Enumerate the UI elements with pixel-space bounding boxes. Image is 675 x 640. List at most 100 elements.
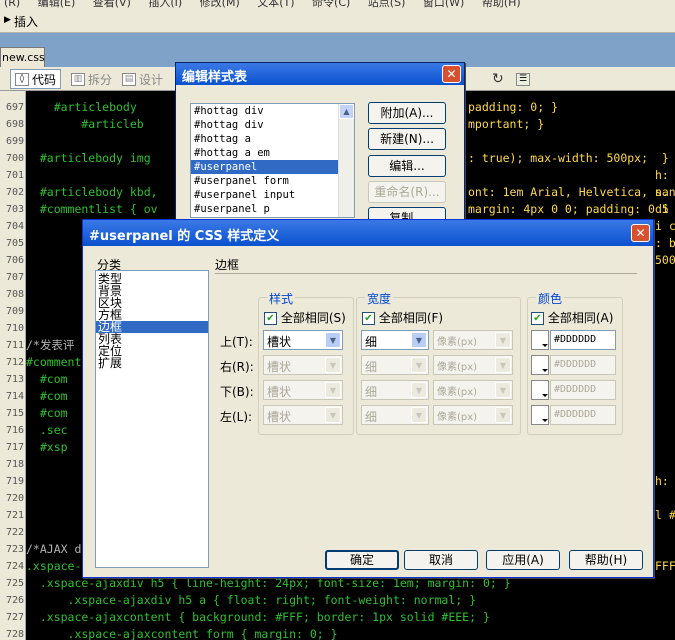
rule-list-item[interactable]: #hottag a	[191, 132, 354, 146]
code-line: .sec	[26, 423, 68, 437]
split-view-icon: ▥	[71, 72, 85, 86]
line-number: 707	[5, 272, 24, 283]
menu-bar: (R) 编辑(E) 查看(V) 插入(I) 修改(M) 文本(T) 命令(C) …	[0, 0, 675, 10]
line-number: 718	[5, 459, 24, 470]
file-tab[interactable]: new.css	[0, 47, 45, 67]
code-line-tail: margin: 4px 0 0; padding: 0 5	[468, 202, 669, 216]
rule-list-item[interactable]: #hottag div	[191, 104, 354, 118]
code-fragment: h:	[655, 168, 669, 182]
style-same-all-label: 全部相同(S)	[280, 311, 346, 325]
css-dialog-title: #userpanel 的 CSS 样式定义	[83, 220, 653, 246]
split-view-label: 拆分	[88, 72, 113, 87]
dropdown-arrow-icon: ▼	[411, 357, 427, 373]
border-style-select[interactable]: 槽状 ▼	[263, 405, 343, 425]
menu-bar-text[interactable]: (R) 编辑(E) 查看(V) 插入(I) 修改(M) 文本(T) 命令(C) …	[4, 0, 521, 10]
border-style-select[interactable]: 槽状 ▼	[263, 380, 343, 400]
stylesheet-rule-list[interactable]: #hottag div #hottag div #hottag a #hottag a…	[190, 103, 355, 218]
border-width-select[interactable]: 细 ▼	[361, 380, 429, 400]
color-picker-swatch[interactable]	[531, 405, 549, 425]
code-line: #com	[26, 372, 68, 386]
close-icon[interactable]: ✕	[442, 65, 461, 83]
attach-button[interactable]: 附加(A)...	[368, 102, 446, 124]
width-same-all-label: 全部相同(F)	[378, 311, 444, 325]
border-width-select[interactable]: 细 ▼	[361, 355, 429, 375]
border-color-input[interactable]: #DDDDDD	[550, 405, 616, 425]
dropdown-arrow-icon: ▼	[495, 407, 511, 423]
color-same-all-checkbox[interactable]: ✔ 全部相同(A)	[531, 309, 613, 326]
line-number: 709	[5, 306, 24, 317]
border-style-select[interactable]: 槽状 ▼	[263, 330, 343, 350]
code-line-tail: : true); max-width: 500px; }	[468, 151, 669, 165]
code-line-tail: padding: 0; }	[468, 100, 559, 114]
new-button[interactable]: 新建(N)...	[368, 128, 446, 150]
border-style-select[interactable]: 槽状 ▼	[263, 355, 343, 375]
line-number: 702	[5, 187, 24, 198]
border-unit-select[interactable]: 像素(px) ▼	[433, 330, 513, 350]
border-width-select[interactable]: 细 ▼	[361, 405, 429, 425]
line-number: 723	[5, 544, 24, 555]
rule-list-item[interactable]: #userpanel	[191, 160, 354, 174]
style-same-all-checkbox[interactable]: ✔ 全部相同(S)	[264, 309, 346, 326]
code-line-tail: ont: 1em Arial, Helvetica, sans	[468, 185, 675, 199]
edit-button[interactable]: 编辑...	[368, 155, 446, 177]
code-view-icon: ◊	[15, 72, 29, 86]
dropdown-arrow-icon: ▼	[495, 357, 511, 373]
width-same-all-checkbox[interactable]: ✔ 全部相同(F)	[362, 309, 443, 326]
checkmark-icon: ✔	[264, 312, 277, 325]
line-number: 719	[5, 476, 24, 487]
rule-list-item[interactable]: #userpanel form	[191, 174, 354, 188]
code-line: #comment	[26, 355, 82, 369]
border-unit-select[interactable]: 像素(px) ▼	[433, 380, 513, 400]
color-picker-swatch[interactable]	[531, 330, 549, 350]
category-item[interactable]: 扩展	[96, 357, 208, 369]
split-view-button[interactable]: ▥ 拆分	[67, 69, 116, 89]
code-line: #xsp	[26, 440, 68, 454]
apply-button[interactable]: 应用(A)	[486, 550, 560, 570]
border-side-label: 右(R):	[220, 360, 254, 374]
line-number: 699	[5, 136, 24, 147]
css-rule-definition-dialog: #userpanel 的 CSS 样式定义 ✕ 分类 类型 背景 区块 方框 边框 列表定…	[82, 219, 654, 578]
rule-list-scrollbar[interactable]: ▲	[338, 104, 354, 217]
border-unit-select[interactable]: 像素(px) ▼	[433, 355, 513, 375]
line-number: 700	[5, 153, 24, 164]
border-color-input[interactable]: #DDDDDD	[550, 330, 616, 350]
code-line: /*AJAX d	[26, 542, 82, 556]
border-color-input[interactable]: #DDDDDD	[550, 380, 616, 400]
view-options-button[interactable]: ☰	[512, 69, 534, 89]
section-title: 边框	[215, 258, 240, 272]
rule-list-item[interactable]: #userpanel p	[191, 202, 354, 216]
help-button[interactable]: 帮助(H)	[569, 550, 643, 570]
color-group-title: 颜色	[536, 290, 565, 307]
border-color-input[interactable]: #DDDDDD	[550, 355, 616, 375]
color-picker-swatch[interactable]	[531, 380, 549, 400]
expand-arrow-icon[interactable]: ▶	[4, 15, 11, 25]
code-line: /*发表评	[26, 338, 75, 352]
line-number: 721	[5, 510, 24, 521]
code-fragment: n.	[655, 185, 669, 199]
code-view-button[interactable]: ◊ 代码	[10, 69, 62, 89]
scroll-up-icon[interactable]: ▲	[339, 104, 354, 119]
category-list[interactable]: 类型 背景 区块 方框 边框 列表 定位 扩展	[95, 270, 209, 568]
rename-button[interactable]: 重命名(R)...	[368, 181, 446, 203]
code-view-label: 代码	[32, 72, 57, 87]
code-fragment: h:	[655, 474, 669, 488]
ok-button[interactable]: 确定	[325, 550, 399, 570]
rule-list-item[interactable]: #userpanel input	[191, 188, 354, 202]
border-width-select[interactable]: 细 ▼	[361, 330, 429, 350]
design-view-button[interactable]: ▤ 设计	[118, 69, 167, 89]
color-picker-swatch[interactable]	[531, 355, 549, 375]
rule-list-item[interactable]: #hottag div	[191, 118, 354, 132]
code-line: #com	[26, 406, 68, 420]
dropdown-arrow-icon: ▼	[325, 332, 341, 348]
rule-list-item[interactable]: #hottag a em	[191, 146, 354, 160]
insert-bar-label[interactable]: 插入	[14, 13, 38, 30]
close-icon[interactable]: ✕	[631, 224, 650, 242]
border-unit-select[interactable]: 像素(px) ▼	[433, 405, 513, 425]
code-line: #commentlist { ov	[26, 202, 158, 216]
dropdown-arrow-icon: ▼	[325, 382, 341, 398]
design-view-icon: ▤	[122, 72, 136, 86]
code-fragment: FFF	[655, 559, 675, 573]
cancel-button[interactable]: 取消	[404, 550, 478, 570]
refresh-icon: ↻	[492, 71, 504, 87]
refresh-button[interactable]: ↻	[488, 69, 508, 89]
